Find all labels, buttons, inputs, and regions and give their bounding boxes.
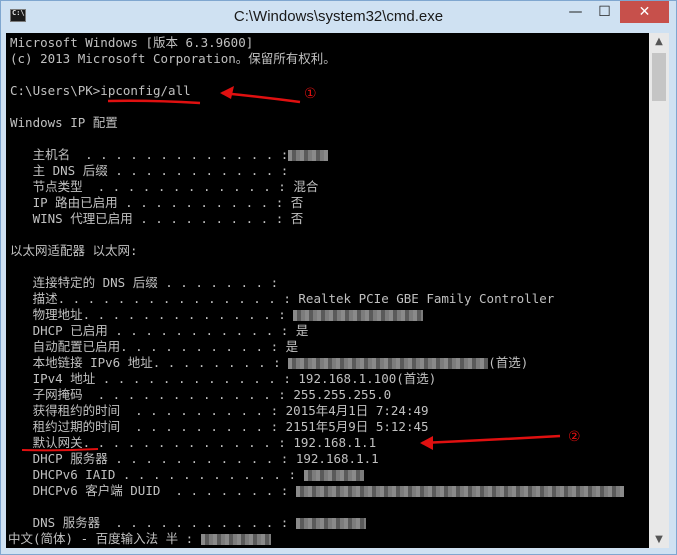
annotation-marker-2: ②: [568, 429, 581, 445]
annotation-overlay: [21, 86, 561, 452]
underline-gateway: [21, 448, 99, 452]
annotation-marker-1: ①: [304, 86, 317, 102]
arrow-1-line: [221, 91, 301, 104]
arrow-1-head: [220, 86, 234, 99]
arrow-2-head: [420, 436, 433, 450]
arrow-2-line: [421, 434, 561, 445]
underline-command: [107, 99, 201, 105]
